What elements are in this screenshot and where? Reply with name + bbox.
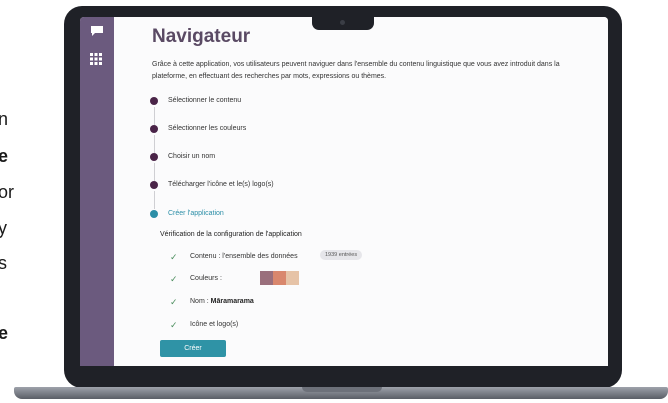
laptop-screen: Navigateur Grâce à cette application, vo…: [80, 17, 608, 366]
check-icon: ✓: [170, 320, 178, 330]
color-swatch: [273, 271, 286, 285]
edge-text-fragment: or: [0, 182, 15, 202]
camera-notch: [312, 16, 374, 30]
step-dot: [150, 181, 158, 189]
page-title: Navigateur: [152, 26, 251, 47]
step-dot: [150, 97, 158, 105]
color-swatch: [260, 271, 273, 285]
step-connector: [153, 191, 155, 209]
content-summary: Contenu : l'ensemble des données: [190, 253, 298, 260]
color-swatch: [286, 271, 299, 285]
step-label: Sélectionner les couleurs: [168, 125, 247, 132]
step-label: Sélectionner le contenu: [168, 97, 242, 104]
edge-text-fragment: e: [0, 146, 9, 166]
base-notch: [302, 387, 382, 392]
step-dot: [150, 125, 158, 133]
step-connector: [153, 107, 155, 125]
page-description: Grâce à cette application, vos utilisate…: [152, 61, 560, 80]
check-icon: ✓: [170, 252, 178, 262]
edge-text-fragment: e: [0, 323, 9, 343]
step-label: Télécharger l'icône et le(s) logo(s): [168, 181, 274, 188]
check-icon: ✓: [170, 297, 178, 307]
check-icon: ✓: [170, 274, 178, 284]
colors-summary: Couleurs :: [190, 275, 222, 282]
step-label: Choisir un nom: [168, 153, 216, 160]
sidebar: [80, 17, 114, 366]
step-connector: [153, 135, 155, 153]
step-connector: [153, 163, 155, 181]
apps-grid-icon[interactable]: [90, 53, 102, 65]
step-dot-active: [150, 210, 158, 218]
camera-icon: [340, 20, 345, 25]
chat-icon[interactable]: [90, 25, 104, 37]
color-swatches: [260, 271, 299, 285]
edge-text-fragment: y: [0, 218, 7, 238]
laptop-base: [14, 387, 668, 399]
verification-title: Vérification de la configuration de l'ap…: [160, 231, 302, 238]
main-content: Navigateur Grâce à cette application, vo…: [114, 17, 608, 366]
step-dot: [150, 153, 158, 161]
create-button[interactable]: Créer: [160, 340, 226, 357]
app-name-value: Māramarama: [210, 298, 254, 305]
entries-badge: 1939 entrées: [320, 250, 363, 260]
name-prefix: Nom :: [190, 298, 209, 305]
icons-summary: Icône et logo(s): [190, 321, 239, 328]
edge-text-fragment: n: [0, 109, 9, 129]
name-summary: Nom : Māramarama: [190, 298, 254, 305]
edge-text-fragment: s: [0, 253, 7, 273]
step-label: Créer l'application: [168, 210, 224, 217]
